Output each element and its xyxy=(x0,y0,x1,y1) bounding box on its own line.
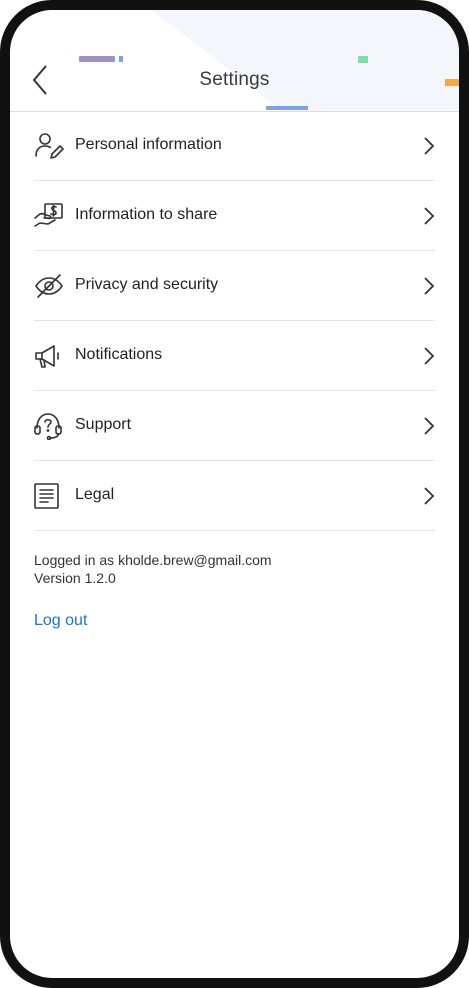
account-info: Logged in as kholde.brew@gmail.com Versi… xyxy=(34,551,272,587)
menu-item-label: Privacy and security xyxy=(75,276,219,293)
app-header: Settings xyxy=(10,10,459,112)
logout-link[interactable]: Log out xyxy=(34,612,87,630)
menu-item-privacy-and-security[interactable]: Privacy and security xyxy=(34,251,435,321)
headset-help-icon xyxy=(34,412,64,441)
page-title: Settings xyxy=(199,69,270,90)
chevron-right-icon xyxy=(424,417,435,435)
eye-slash-icon xyxy=(34,272,64,300)
version-text: Version 1.2.0 xyxy=(34,570,116,586)
menu-item-information-to-share[interactable]: Information to share xyxy=(34,181,435,251)
menu-item-notifications[interactable]: Notifications xyxy=(34,321,435,391)
chevron-right-icon xyxy=(424,207,435,225)
chevron-right-icon xyxy=(424,277,435,295)
menu-item-label: Information to share xyxy=(75,206,218,223)
chevron-right-icon xyxy=(424,137,435,155)
menu-item-label: Notifications xyxy=(75,346,163,363)
chevron-right-icon xyxy=(424,487,435,505)
header-decoration xyxy=(79,10,459,111)
menu-item-personal-information[interactable]: Personal information xyxy=(34,111,435,181)
phone-frame: Settings Personal information Informatio… xyxy=(0,0,469,988)
menu-item-label: Personal information xyxy=(75,136,222,153)
document-icon xyxy=(34,482,64,510)
settings-menu: Personal information Information to shar… xyxy=(34,111,435,531)
person-edit-icon xyxy=(34,132,64,160)
menu-item-support[interactable]: Support xyxy=(34,391,435,461)
logged-in-text: Logged in as kholde.brew@gmail.com xyxy=(34,552,272,568)
menu-item-label: Legal xyxy=(75,486,115,503)
menu-item-legal[interactable]: Legal xyxy=(34,461,435,531)
menu-item-label: Support xyxy=(75,416,132,433)
chevron-right-icon xyxy=(424,347,435,365)
share-money-icon xyxy=(34,202,64,230)
megaphone-icon xyxy=(34,342,64,370)
